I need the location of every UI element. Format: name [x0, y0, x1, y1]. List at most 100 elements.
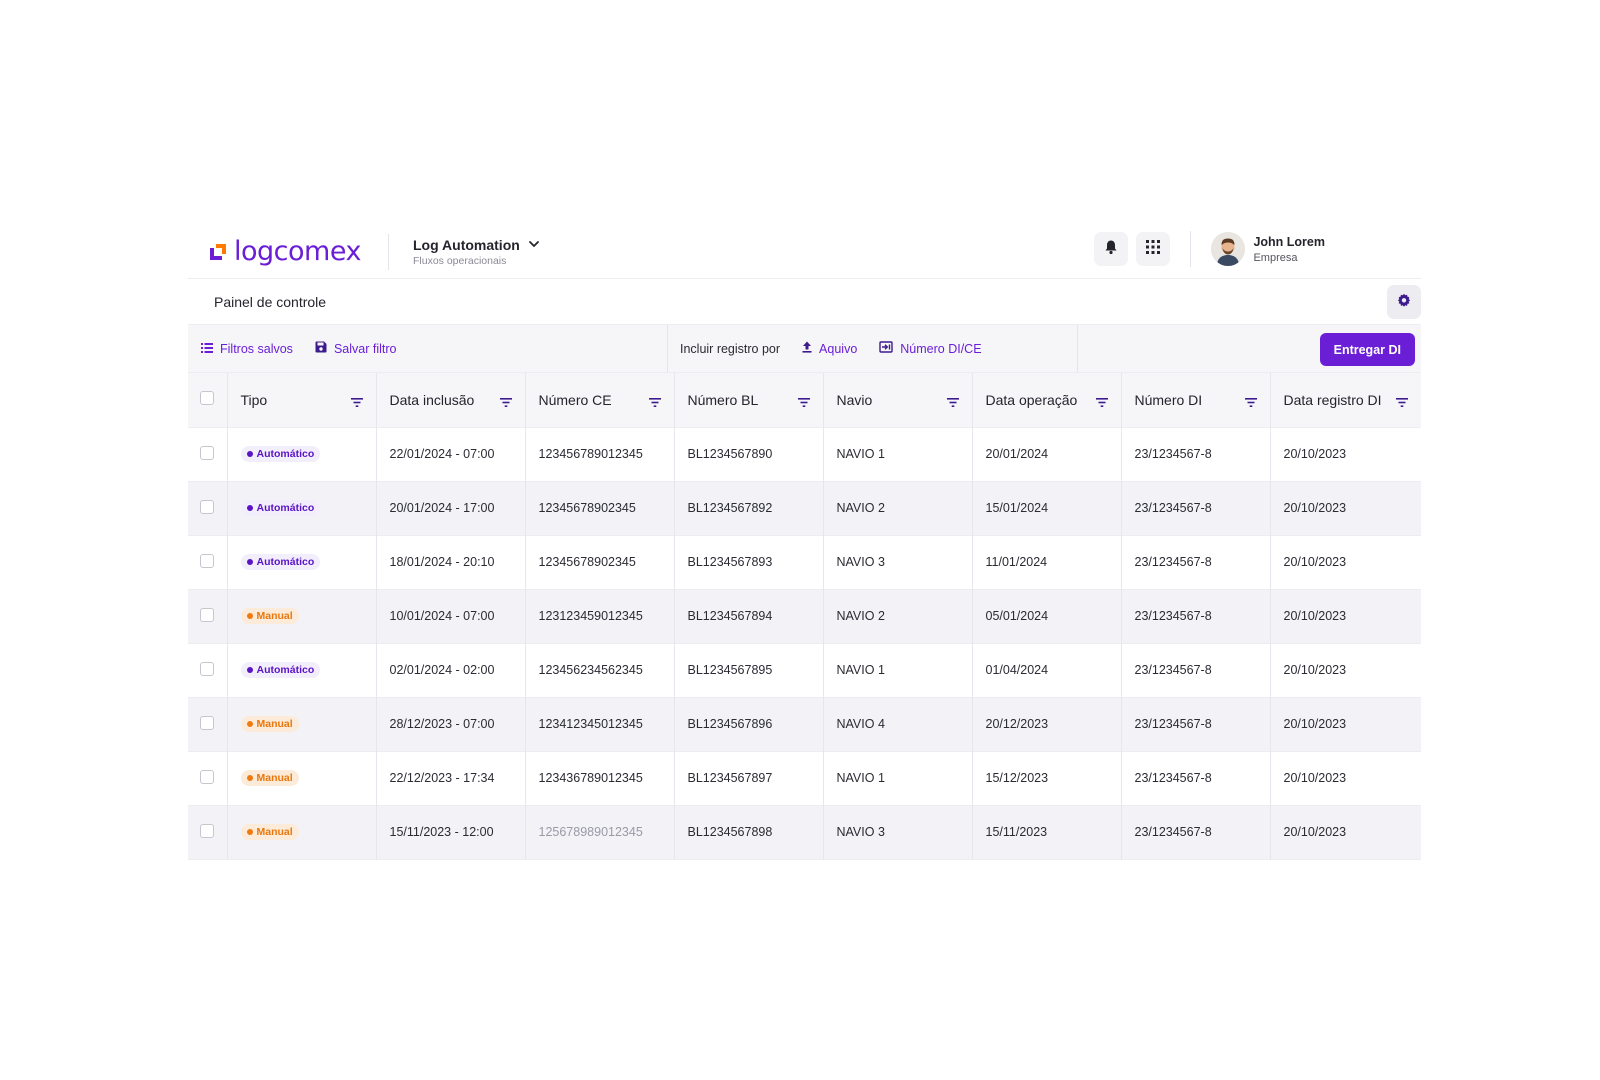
- cell-data-operacao: 15/12/2023: [972, 751, 1122, 805]
- row-checkbox[interactable]: [200, 553, 214, 568]
- status-dot-icon: [246, 721, 253, 727]
- cell-numero-ce: 123412345012345: [525, 697, 675, 751]
- table-row[interactable]: Manual 28/12/2023 - 07:00 123412345012345 B…: [188, 697, 1421, 751]
- cell-data-inclusao: 18/01/2024 - 20:10: [376, 535, 526, 589]
- cell-numero-bl: BL1234567895: [674, 643, 824, 697]
- cell-numero-ce: 125678989012345: [525, 805, 675, 859]
- table-row[interactable]: Manual 22/12/2023 - 17:34 123436789012345 B…: [188, 751, 1421, 805]
- app-window: logcomex Log Automation Fluxos operacion…: [188, 225, 1421, 860]
- user-company: Empresa: [1253, 251, 1298, 264]
- deliver-di-button[interactable]: Entregar DI: [1319, 333, 1415, 366]
- user-menu[interactable]: John Lorem Empresa: [1211, 232, 1325, 266]
- filter-icon[interactable]: [499, 394, 512, 410]
- product-switcher[interactable]: Log Automation Fluxos operacionais: [413, 237, 540, 267]
- tipo-cell: Manual: [227, 805, 377, 859]
- column-header: Tipo: [227, 373, 377, 427]
- column-header-label: Data registro DI: [1283, 391, 1382, 408]
- cell-data-inclusao: 02/01/2024 - 02:00: [376, 643, 526, 697]
- cell-data-registro-di: 20/10/2023: [1283, 825, 1347, 839]
- upload-file-label: Aquivo: [819, 341, 858, 356]
- row-checkbox[interactable]: [200, 823, 214, 838]
- table-row[interactable]: Manual 15/11/2023 - 12:00 125678989012345 B…: [188, 805, 1421, 859]
- tipo-cell: Automático: [227, 535, 377, 589]
- cell-navio: NAVIO 4: [823, 697, 973, 751]
- row-checkbox[interactable]: [200, 445, 214, 460]
- filter-icon[interactable]: [797, 394, 810, 410]
- status-badge-label: Automático: [256, 664, 315, 676]
- filter-icon[interactable]: [350, 394, 363, 410]
- status-badge-label: Automático: [256, 448, 315, 460]
- status-dot-icon: [246, 613, 253, 619]
- filter-icon[interactable]: [1396, 394, 1408, 410]
- tipo-cell: Automático: [227, 643, 377, 697]
- cell-numero-bl: BL1234567890: [674, 427, 824, 481]
- table-row[interactable]: Automático 22/01/2024 - 07:00 123456789012…: [188, 427, 1421, 481]
- settings-button[interactable]: [1387, 285, 1421, 319]
- column-header: Número DI: [1121, 373, 1271, 427]
- table-row[interactable]: Manual 10/01/2024 - 07:00 123123459012345 B…: [188, 589, 1421, 643]
- status-dot-icon: [246, 667, 253, 673]
- apps-button[interactable]: [1136, 232, 1171, 266]
- avatar: [1211, 232, 1246, 266]
- cell-numero-di: 23/1234567-8: [1121, 427, 1271, 481]
- cell-numero-bl: BL1234567892: [674, 481, 824, 535]
- saved-filters-link[interactable]: Filtros salvos: [201, 342, 293, 356]
- column-header-label: Número CE: [538, 391, 612, 408]
- row-checkbox[interactable]: [200, 769, 214, 784]
- product-subtitle: Fluxos operacionais: [413, 254, 507, 267]
- cell-data-inclusao: 22/01/2024 - 07:00: [376, 427, 526, 481]
- include-label: Incluir registro por: [680, 341, 781, 356]
- table-row[interactable]: Automático 20/01/2024 - 17:00 123456789023…: [188, 481, 1421, 535]
- status-dot-icon: [246, 829, 253, 835]
- column-header-label: Navio: [836, 391, 873, 408]
- row-checkbox[interactable]: [200, 661, 214, 676]
- cell-data-registro-di: 20/10/2023: [1283, 555, 1347, 569]
- table-row[interactable]: Automático 02/01/2024 - 02:00 123456234562…: [188, 643, 1421, 697]
- cell-data-inclusao: 20/01/2024 - 17:00: [376, 481, 526, 535]
- row-select-cell: [188, 481, 228, 535]
- status-badge: Manual: [240, 608, 299, 624]
- column-header: Número BL: [674, 373, 824, 427]
- status-dot-icon: [246, 559, 253, 565]
- row-checkbox[interactable]: [200, 715, 214, 730]
- filter-icon[interactable]: [946, 394, 959, 410]
- notifications-button[interactable]: [1094, 232, 1129, 266]
- input-icon: [879, 341, 893, 356]
- select-all-checkbox[interactable]: [200, 391, 214, 406]
- cell-data-operacao: 20/01/2024: [972, 427, 1122, 481]
- logo-text: logcomex: [234, 236, 361, 267]
- logo-mark-icon: [206, 240, 230, 264]
- cell-navio: NAVIO 1: [823, 751, 973, 805]
- cell-data-operacao: 05/01/2024: [972, 589, 1122, 643]
- cell-data-inclusao: 22/12/2023 - 17:34: [376, 751, 526, 805]
- column-header: Navio: [823, 373, 973, 427]
- filter-icon[interactable]: [1244, 394, 1257, 410]
- row-select-cell: [188, 535, 228, 589]
- column-header: Data registro DI: [1270, 373, 1421, 427]
- number-entry-link[interactable]: Número DI/CE: [879, 341, 982, 356]
- cell-navio: NAVIO 1: [823, 643, 973, 697]
- cell-numero-bl: BL1234567897: [674, 751, 824, 805]
- tipo-cell: Manual: [227, 697, 377, 751]
- cell-numero-ce: 12345678902345: [525, 481, 675, 535]
- cell-numero-ce: 123436789012345: [525, 751, 675, 805]
- cell-data-registro-di: 20/10/2023: [1283, 447, 1347, 461]
- filter-icon[interactable]: [648, 394, 661, 410]
- save-filter-link[interactable]: Salvar filtro: [315, 341, 396, 356]
- row-checkbox[interactable]: [200, 607, 214, 622]
- status-dot-icon: [246, 451, 253, 457]
- table-row[interactable]: Automático 18/01/2024 - 20:10 123456789023…: [188, 535, 1421, 589]
- row-checkbox[interactable]: [200, 499, 214, 514]
- upload-file-link[interactable]: Aquivo: [802, 341, 857, 356]
- cell-numero-di: 23/1234567-8: [1121, 697, 1271, 751]
- filter-icon[interactable]: [1095, 394, 1108, 410]
- row-select-cell: [188, 589, 228, 643]
- cell-navio: NAVIO 1: [823, 427, 973, 481]
- product-title[interactable]: Log Automation: [413, 237, 540, 253]
- cell-numero-di: 23/1234567-8: [1121, 805, 1271, 859]
- bell-icon: [1103, 239, 1119, 260]
- cell-numero-bl: BL1234567893: [674, 535, 824, 589]
- logo[interactable]: logcomex: [206, 236, 368, 267]
- tipo-cell: Manual: [227, 751, 377, 805]
- panel-bar: Painel de controle: [188, 279, 1421, 325]
